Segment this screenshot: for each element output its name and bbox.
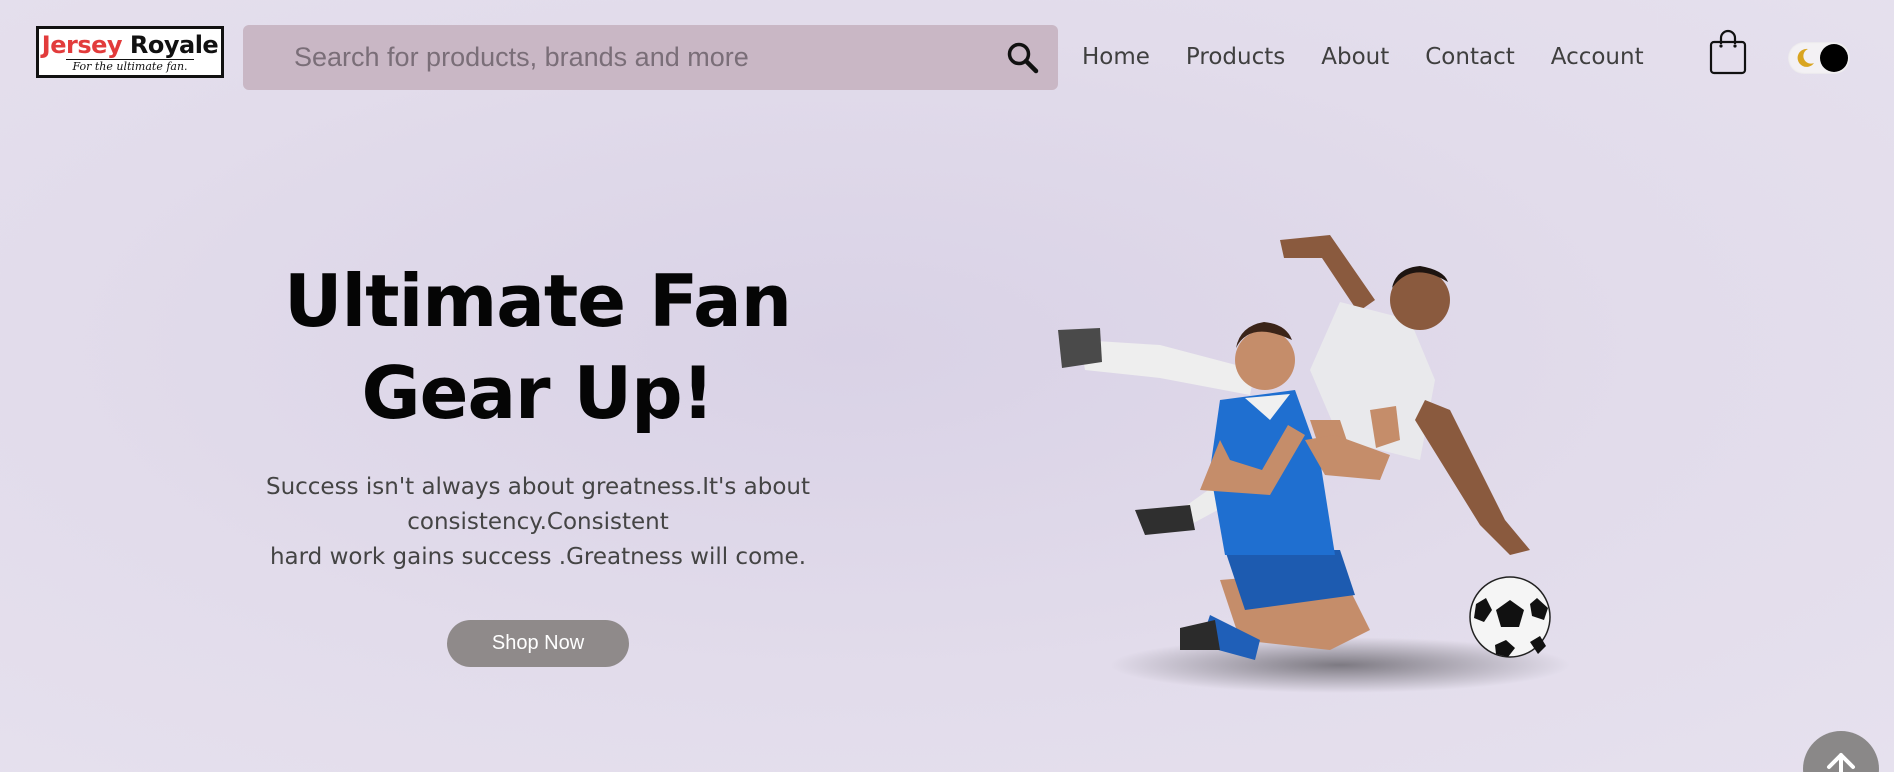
logo-wordmark: Jersey Royale [41,30,219,59]
soccer-ball [1469,576,1551,658]
hero-image [1058,235,1570,693]
hero-subtitle-line3: hard work gains success .Greatness will … [269,544,807,570]
nav-contact[interactable]: Contact [1425,40,1514,74]
hero-title-line1: Ultimate Fan [284,259,792,343]
search-icon [1007,42,1039,73]
search-input[interactable] [243,25,988,90]
site-logo[interactable]: Jersey Royale For the ultimate fan. [36,26,224,78]
logo-part-red: Jersey [41,30,123,59]
arrow-up-icon [1827,753,1855,772]
hero-title: Ultimate Fan Gear Up! [200,255,875,439]
scroll-top-button[interactable] [1803,731,1879,772]
nav-home[interactable]: Home [1082,40,1150,74]
main-nav: Home Products About Contact Account [1082,40,1644,74]
shopping-bag-icon [1709,29,1747,75]
search-button[interactable] [988,25,1058,90]
search-bar [243,25,1058,90]
nav-account[interactable]: Account [1551,40,1644,74]
nav-about[interactable]: About [1321,40,1389,74]
hero-title-line2: Gear Up! [361,351,715,435]
toggle-knob [1820,44,1848,72]
theme-toggle[interactable] [1788,42,1850,74]
hero-subtitle: Success isn't always about greatness.It'… [238,470,838,575]
hero-subtitle-line1: Success isn't always about greatness.It'… [265,474,811,500]
logo-part-dark: Royale [129,30,219,59]
nav-products[interactable]: Products [1186,40,1285,74]
logo-tagline: For the ultimate fan. [66,58,194,73]
cart-button[interactable] [1708,28,1748,76]
hero-subtitle-line2: consistency.Consistent [407,509,669,535]
shop-now-button[interactable]: Shop Now [447,620,629,667]
moon-icon [1797,48,1814,67]
